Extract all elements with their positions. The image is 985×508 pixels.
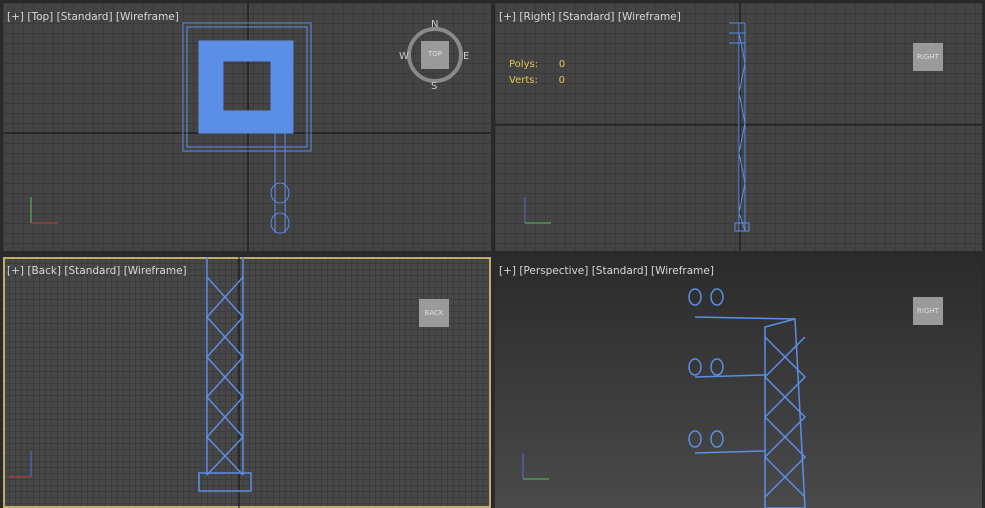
render-mode[interactable]: [Wireframe]: [124, 265, 187, 277]
viewport-label-top: [+] [Top] [Standard] [Wireframe]: [7, 11, 179, 23]
shading-mode[interactable]: [Standard]: [559, 11, 615, 23]
viewcube[interactable]: BACK: [419, 299, 449, 327]
viewport-menu[interactable]: [+]: [499, 265, 516, 277]
scene-stats: Polys: 0 Verts: 0: [509, 59, 566, 86]
viewport-right[interactable]: [+] [Right] [Standard] [Wireframe] Polys…: [495, 3, 982, 251]
render-mode[interactable]: [Wireframe]: [651, 265, 714, 277]
axis-gizmo: [30, 197, 58, 224]
viewport-label-right: [+] [Right] [Standard] [Wireframe]: [499, 11, 681, 23]
view-mode[interactable]: [Right]: [519, 11, 555, 23]
viewport-menu[interactable]: [+]: [7, 265, 24, 277]
shading-mode[interactable]: [Standard]: [592, 265, 648, 277]
view-mode[interactable]: [Back]: [27, 265, 61, 277]
render-mode[interactable]: [Wireframe]: [116, 11, 179, 23]
shading-mode[interactable]: [Standard]: [57, 11, 113, 23]
viewcube-compass[interactable]: TOP N S E W: [399, 19, 469, 92]
viewport-label-perspective: [+] [Perspective] [Standard] [Wireframe]: [499, 265, 714, 277]
tower-perspective-wireframe: [688, 288, 807, 508]
back-wireframe-canvas: [9, 257, 252, 508]
viewcube-face[interactable]: TOP: [421, 41, 449, 69]
tower-top-wireframe: [182, 22, 312, 234]
right-wireframe-canvas: [495, 3, 982, 251]
viewport-menu[interactable]: [+]: [7, 11, 24, 23]
axis-gizmo: [524, 197, 551, 224]
tower-right-wireframe: [729, 22, 750, 232]
render-mode[interactable]: [Wireframe]: [618, 11, 681, 23]
perspective-wireframe-canvas: [522, 288, 807, 508]
viewport-top[interactable]: [+] [Top] [Standard] [Wireframe] TOP N S…: [3, 3, 491, 251]
view-mode[interactable]: [Top]: [27, 11, 53, 23]
viewcube[interactable]: RIGHT: [913, 43, 943, 71]
axis-gizmo: [9, 451, 32, 478]
axis-gizmo: [522, 453, 549, 480]
view-mode[interactable]: [Perspective]: [519, 265, 588, 277]
tower-back-wireframe: [198, 257, 252, 492]
viewcube[interactable]: RIGHT: [913, 297, 943, 325]
viewport-menu[interactable]: [+]: [499, 11, 516, 23]
viewport-back[interactable]: [+] [Back] [Standard] [Wireframe] BACK: [3, 257, 491, 508]
viewport-perspective[interactable]: [+] [Perspective] [Standard] [Wireframe]…: [495, 257, 982, 508]
shading-mode[interactable]: [Standard]: [64, 265, 120, 277]
viewport-label-back: [+] [Back] [Standard] [Wireframe]: [7, 265, 187, 277]
